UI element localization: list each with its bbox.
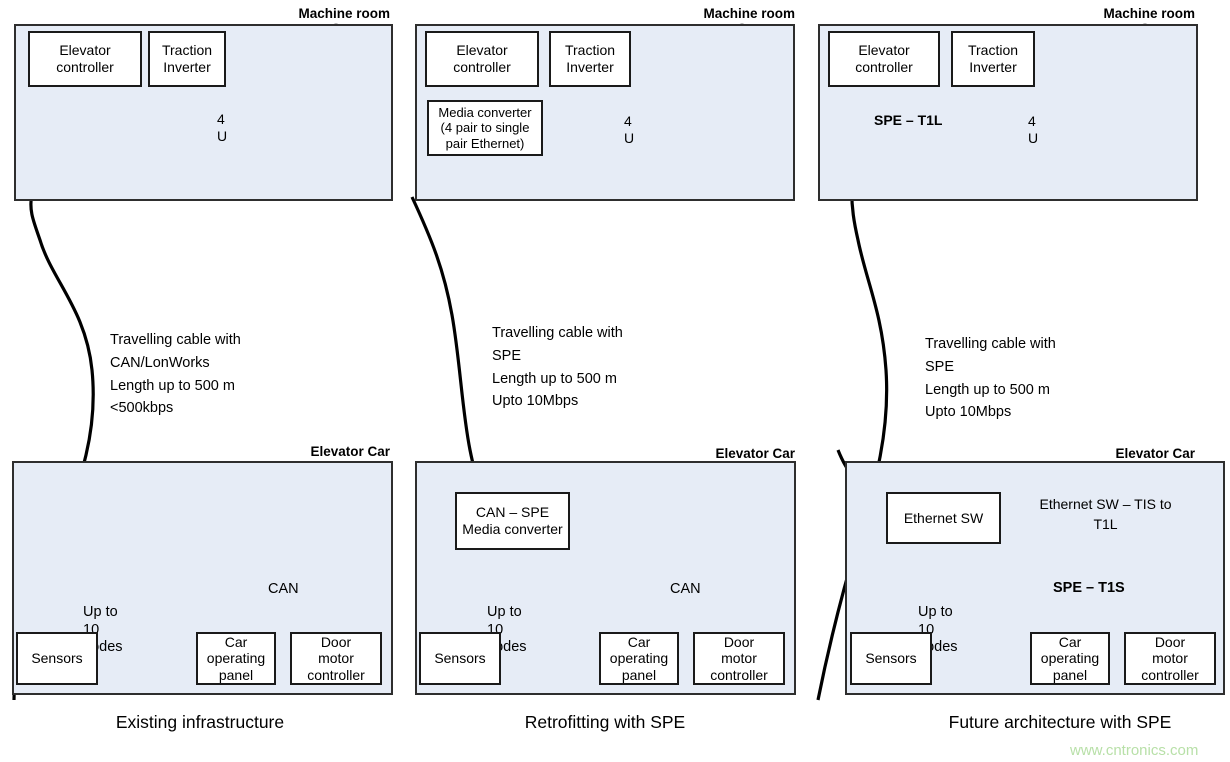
door-motor-controller-box-3[interactable]: Door motor controller — [1124, 632, 1216, 685]
traction-inverter-box-2[interactable]: Traction Inverter — [549, 31, 631, 87]
car-operating-panel-box-3[interactable]: Car operating panel — [1030, 632, 1110, 685]
car-operating-panel-box-2[interactable]: Car operating panel — [599, 632, 679, 685]
elevator-controller-box-2[interactable]: Elevator controller — [425, 31, 539, 87]
elevator-controller-box-3[interactable]: Elevator controller — [828, 31, 940, 87]
cable-description-2: Travelling cable with SPE Length up to 5… — [492, 325, 623, 410]
ethernet-switch-box-3[interactable]: Ethernet SW — [886, 492, 1001, 544]
panel-caption-retrofit: Retrofitting with SPE — [524, 712, 686, 732]
cable-description-3: Travelling cable with SPE Length up to 5… — [925, 336, 1056, 421]
traction-inverter-box-1[interactable]: Traction Inverter — [148, 31, 226, 87]
machine-room-title-1: Machine room — [298, 6, 390, 21]
car-operating-panel-box-1[interactable]: Car operating panel — [196, 632, 276, 685]
panel-caption-existing: Existing infrastructure — [115, 712, 285, 732]
elevator-car-title-3: Elevator Car — [1115, 446, 1195, 461]
cable-description-1: Travelling cable with CAN/LonWorks Lengt… — [110, 332, 241, 417]
machine-room-title-3: Machine room — [1103, 6, 1195, 21]
elevator-car-title-1: Elevator Car — [310, 444, 390, 459]
bus-label-1: CAN — [268, 581, 299, 597]
elevator-car-title-2: Elevator Car — [715, 446, 795, 461]
machine-room-title-2: Machine room — [703, 6, 795, 21]
door-motor-controller-box-1[interactable]: Door motor controller — [290, 632, 382, 685]
can-spe-media-converter-box-2[interactable]: CAN – SPE Media converter — [455, 492, 570, 550]
four-u-label-1: 4 U — [217, 111, 228, 145]
diagram-root: Machine room Elevator controller Tractio… — [0, 0, 1230, 762]
four-u-label-3: 4 U — [1028, 113, 1039, 147]
site-watermark: www.cntronics.com — [1070, 742, 1199, 759]
sensors-box-2[interactable]: Sensors — [419, 632, 501, 685]
four-u-label-2: 4 U — [624, 113, 635, 147]
traction-inverter-box-3[interactable]: Traction Inverter — [951, 31, 1035, 87]
elevator-controller-box-1[interactable]: Elevator controller — [28, 31, 142, 87]
bus-label-3: SPE – T1S — [1053, 580, 1125, 596]
travelling-cable-curve-2 — [410, 196, 493, 507]
door-motor-controller-box-2[interactable]: Door motor controller — [693, 632, 785, 685]
sensors-box-1[interactable]: Sensors — [16, 632, 98, 685]
panel-caption-future: Future architecture with SPE — [948, 712, 1172, 732]
media-converter-box-2[interactable]: Media converter (4 pair to single pair E… — [427, 100, 543, 156]
sensors-box-3[interactable]: Sensors — [850, 632, 932, 685]
ethernet-switch-note-3: Ethernet SW – TIS to T1L — [1039, 496, 1172, 532]
bus-label-2: CAN — [670, 581, 701, 597]
spe-t1l-label-3: SPE – T1L — [874, 112, 943, 128]
